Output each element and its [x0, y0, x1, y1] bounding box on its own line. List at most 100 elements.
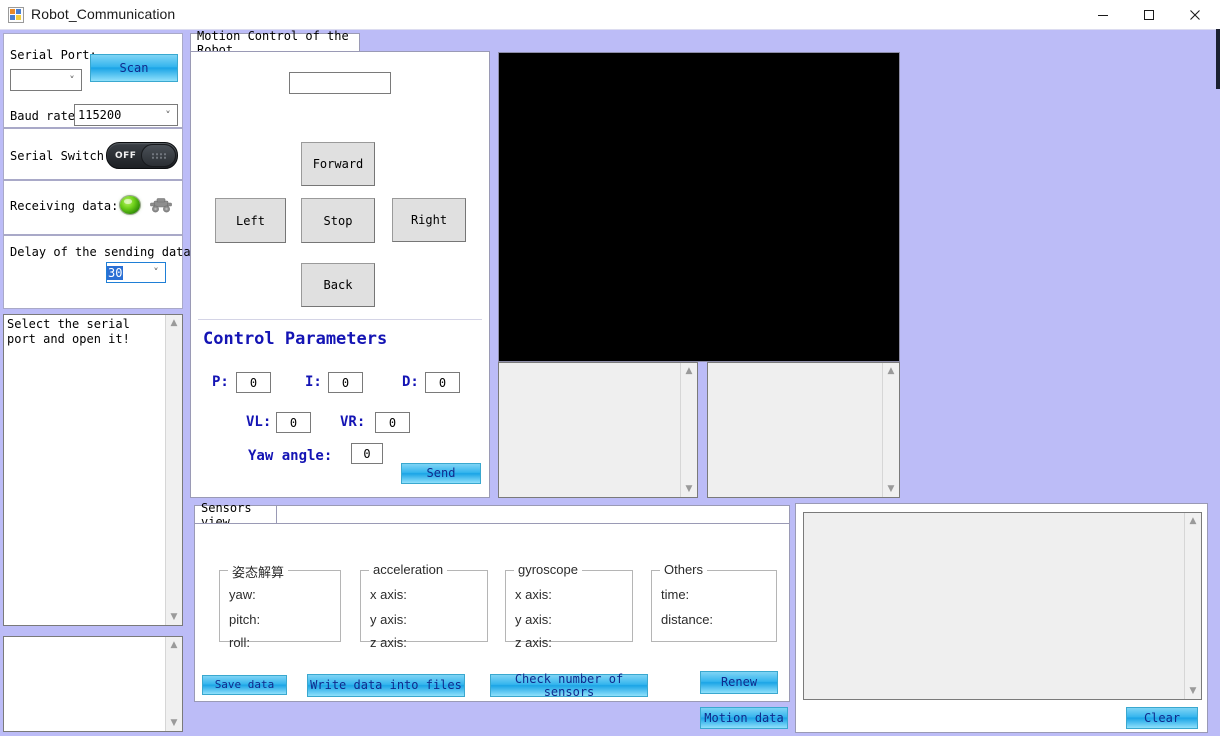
yaw-angle-value: 0 — [363, 446, 371, 461]
scan-button[interactable]: Scan — [90, 54, 178, 82]
scroll-up-icon[interactable]: ▲ — [166, 315, 182, 331]
minimize-icon — [1096, 8, 1110, 22]
stop-button[interactable]: Stop — [301, 198, 375, 243]
d-value: 0 — [438, 375, 447, 390]
i-input[interactable]: 0 — [328, 372, 363, 393]
scroll-down-icon[interactable]: ▼ — [166, 715, 182, 731]
minimize-button[interactable] — [1080, 0, 1126, 29]
write-data-into-files-button[interactable]: Write data into files — [307, 674, 465, 697]
scroll-down-icon[interactable]: ▼ — [166, 609, 182, 625]
motion-status-input[interactable] — [289, 72, 391, 94]
save-data-button-label: Save data — [214, 678, 275, 692]
save-data-button[interactable]: Save data — [202, 675, 287, 695]
sensors-tab-strip — [277, 505, 790, 524]
status-log-panel[interactable]: Select the serial port and open it! ▲ ▼ — [3, 314, 183, 626]
right-button-label: Right — [410, 213, 448, 227]
scroll-up-icon[interactable]: ▲ — [1185, 513, 1201, 529]
window-right-dark-strip — [1216, 29, 1220, 89]
acceleration-group-caption: acceleration — [369, 562, 448, 577]
others-row-time: time: — [661, 587, 690, 602]
close-button[interactable] — [1172, 0, 1218, 29]
d-label: D: — [402, 374, 419, 390]
status-log-scrollbar[interactable]: ▲ ▼ — [165, 315, 182, 625]
vl-input[interactable]: 0 — [276, 412, 311, 433]
write-data-into-files-button-label: Write data into files — [310, 678, 462, 693]
p-input[interactable]: 0 — [236, 372, 271, 393]
check-number-of-sensors-button[interactable]: Check number of sensors — [490, 671, 648, 699]
acceleration-row-y: y axis: — [370, 612, 407, 627]
tab-sensors-view[interactable]: Sensors view — [194, 501, 277, 529]
vr-label: VR: — [340, 414, 366, 430]
forward-button-label: Forward — [312, 157, 364, 171]
serial-switch-toggle[interactable]: OFF — [106, 142, 178, 169]
serial-port-label: Serial Port: — [10, 48, 97, 62]
scroll-down-icon[interactable]: ▼ — [1185, 683, 1201, 699]
tab-motion-control[interactable]: Motion Control of the Robot — [190, 29, 360, 57]
attitude-row-yaw: yaw: — [229, 587, 256, 602]
maximize-button[interactable] — [1126, 0, 1172, 29]
scroll-down-icon[interactable]: ▼ — [883, 481, 899, 497]
serial-port-select[interactable]: ˅ — [10, 69, 82, 91]
back-button[interactable]: Back — [301, 263, 375, 307]
secondary-log-panel[interactable]: ▲ ▼ — [3, 636, 183, 732]
motion-data-button[interactable]: Motion data — [700, 707, 788, 729]
gyroscope-row-z: z axis: — [515, 635, 552, 650]
left-data-list-scrollbar[interactable]: ▲ ▼ — [680, 363, 697, 497]
console-output[interactable]: ▲ ▼ — [803, 512, 1202, 700]
delay-label: Delay of the sending data: — [10, 245, 198, 259]
maximize-icon — [1142, 8, 1156, 22]
scroll-up-icon[interactable]: ▲ — [681, 363, 697, 379]
baud-rate-select[interactable]: 115200 ˅ — [74, 104, 178, 126]
control-parameters-heading: Control Parameters — [203, 329, 388, 349]
i-label: I: — [305, 374, 322, 390]
yaw-angle-input[interactable]: 0 — [351, 443, 383, 464]
clear-button[interactable]: Clear — [1126, 707, 1198, 729]
window-right-edge — [1216, 29, 1220, 736]
others-group-caption: Others — [660, 562, 708, 577]
left-button[interactable]: Left — [215, 198, 286, 243]
acceleration-row-x: x axis: — [370, 587, 407, 602]
delay-value: 30 — [107, 265, 124, 280]
send-button[interactable]: Send — [401, 463, 481, 484]
vl-value: 0 — [289, 415, 298, 430]
scroll-down-icon[interactable]: ▼ — [681, 481, 697, 497]
delay-select[interactable]: 30 ˅ — [106, 262, 166, 283]
p-value: 0 — [249, 375, 258, 390]
title-bar: Robot_Communication — [0, 0, 1220, 30]
i-value: 0 — [341, 375, 350, 390]
right-button[interactable]: Right — [392, 198, 466, 242]
scroll-up-icon[interactable]: ▲ — [883, 363, 899, 379]
attitude-group: 姿态解算 yaw: pitch: roll: — [219, 562, 341, 650]
console-scrollbar[interactable]: ▲ ▼ — [1184, 513, 1201, 699]
status-log-text: Select the serial port and open it! — [7, 317, 138, 346]
d-input[interactable]: 0 — [425, 372, 460, 393]
grip-icon — [150, 152, 167, 159]
acceleration-row-z: z axis: — [370, 635, 407, 650]
control-parameters-divider — [198, 319, 482, 320]
attitude-group-caption: 姿态解算 — [228, 562, 289, 581]
serial-switch-label: Serial Switch: — [10, 149, 112, 163]
others-row-distance: distance: — [661, 612, 714, 627]
secondary-log-scrollbar[interactable]: ▲ ▼ — [165, 637, 182, 731]
right-data-list-scrollbar[interactable]: ▲ ▼ — [882, 363, 899, 497]
attitude-row-roll: roll: — [229, 635, 250, 650]
attitude-row-pitch: pitch: — [229, 612, 261, 627]
vr-input[interactable]: 0 — [375, 412, 410, 433]
toggle-knob — [141, 144, 176, 167]
scroll-up-icon[interactable]: ▲ — [166, 637, 182, 653]
baud-rate-label: Baud rate: — [10, 109, 83, 123]
forward-button[interactable]: Forward — [301, 142, 375, 186]
right-data-list[interactable]: ▲ ▼ — [707, 362, 900, 498]
renew-button-label: Renew — [720, 675, 758, 690]
window-title: Robot_Communication — [31, 6, 176, 22]
renew-button[interactable]: Renew — [700, 671, 778, 694]
vl-label: VL: — [246, 414, 272, 430]
green-led-icon — [120, 196, 140, 214]
p-label: P: — [212, 374, 229, 390]
left-data-list[interactable]: ▲ ▼ — [498, 362, 698, 498]
gyroscope-group-caption: gyroscope — [514, 562, 582, 577]
check-number-of-sensors-button-label: Check number of sensors — [514, 671, 624, 699]
vr-value: 0 — [388, 415, 397, 430]
application-window: Robot_Communication Serial Port: ˅ Scan … — [0, 0, 1220, 736]
scan-button-label: Scan — [119, 60, 149, 75]
